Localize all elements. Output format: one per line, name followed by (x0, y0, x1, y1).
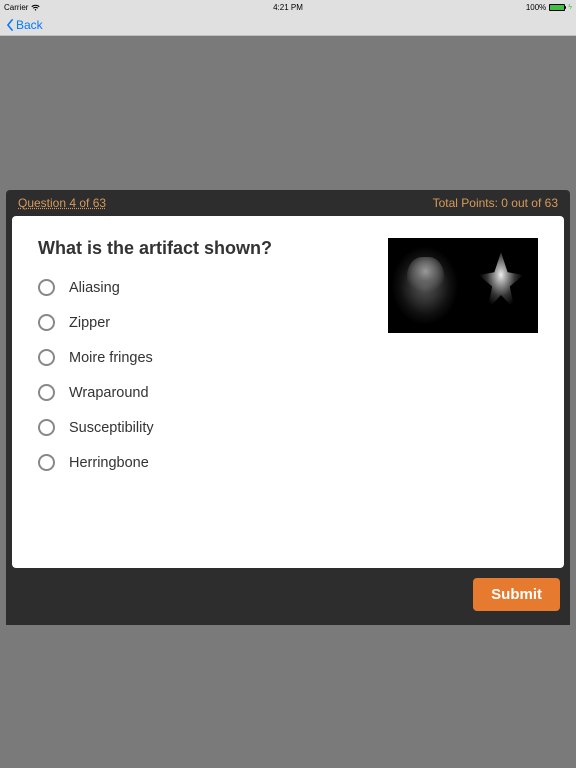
nav-bar: Back (0, 14, 576, 36)
radio-icon (38, 279, 55, 296)
quiz-footer: Submit (6, 568, 570, 625)
quiz-panel: Question 4 of 63 Total Points: 0 out of … (6, 190, 570, 625)
carrier-label: Carrier (4, 3, 28, 12)
question-progress: Question 4 of 63 (18, 196, 106, 210)
radio-icon (38, 349, 55, 366)
mri-scan-coronal (464, 238, 538, 333)
quiz-header: Question 4 of 63 Total Points: 0 out of … (6, 190, 570, 216)
option-label: Aliasing (69, 280, 120, 296)
option-label: Herringbone (69, 455, 149, 471)
status-time: 4:21 PM (273, 3, 303, 12)
option-susceptibility[interactable]: Susceptibility (38, 419, 368, 436)
question-card: What is the artifact shown? Aliasing Zip… (12, 216, 564, 568)
option-label: Zipper (69, 315, 110, 331)
overlay-backdrop (0, 36, 576, 190)
option-wraparound[interactable]: Wraparound (38, 384, 368, 401)
option-label: Susceptibility (69, 420, 154, 436)
option-herringbone[interactable]: Herringbone (38, 454, 368, 471)
radio-icon (38, 384, 55, 401)
charging-icon: ϟ (568, 4, 572, 11)
wifi-icon (31, 4, 40, 11)
chevron-left-icon (6, 19, 14, 31)
status-bar: Carrier 4:21 PM 100% ϟ (0, 0, 576, 14)
option-aliasing[interactable]: Aliasing (38, 279, 368, 296)
radio-icon (38, 314, 55, 331)
mri-scan-axial (388, 238, 462, 333)
battery-percent: 100% (526, 3, 546, 12)
submit-button[interactable]: Submit (473, 578, 560, 611)
option-label: Wraparound (69, 385, 149, 401)
back-label: Back (16, 18, 43, 32)
back-button[interactable]: Back (6, 18, 43, 32)
option-label: Moire fringes (69, 350, 153, 366)
battery-icon (549, 4, 565, 11)
options-list: Aliasing Zipper Moire fringes Wraparound… (38, 279, 368, 471)
total-points: Total Points: 0 out of 63 (433, 196, 558, 210)
radio-icon (38, 419, 55, 436)
question-image (388, 238, 538, 333)
option-moire-fringes[interactable]: Moire fringes (38, 349, 368, 366)
radio-icon (38, 454, 55, 471)
question-text: What is the artifact shown? (38, 238, 368, 259)
option-zipper[interactable]: Zipper (38, 314, 368, 331)
